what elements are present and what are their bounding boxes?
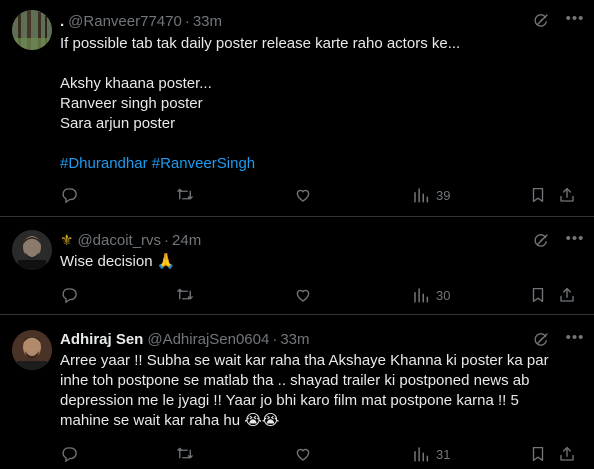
views-count: 39 [436, 187, 451, 203]
avatar[interactable] [12, 230, 52, 270]
tweet-text: If possible tab tak daily poster release… [60, 34, 580, 174]
tweet-header: ⚜ @dacoit_rvs · 24m [60, 230, 594, 250]
like-button[interactable] [294, 444, 312, 464]
avatar-portrait-image [12, 330, 52, 370]
tweet-header: . @Ranveer77470 · 33m [60, 11, 594, 31]
avatar[interactable] [12, 10, 52, 50]
text-line: Ranveer singh poster [60, 95, 203, 112]
hashtag-link[interactable]: #Dhurandhar [60, 155, 148, 172]
bookmark-button[interactable] [529, 185, 547, 205]
like-icon [294, 445, 312, 463]
share-button[interactable] [558, 185, 576, 205]
grok-icon[interactable] [532, 331, 550, 349]
text-line: Sara arjun poster [60, 115, 176, 132]
share-icon [558, 186, 576, 204]
repost-icon [176, 445, 194, 463]
action-bar: 39 [60, 185, 590, 205]
share-button[interactable] [558, 285, 576, 305]
bookmark-button[interactable] [529, 285, 547, 305]
tweet-1[interactable]: . @Ranveer77470 · 33m ••• If possible ta… [0, 0, 594, 217]
tweet-header: Adhiraj Sen @AdhirajSen0604 · 33m [60, 329, 594, 349]
like-button[interactable] [294, 185, 312, 205]
share-button[interactable] [558, 444, 576, 464]
share-icon [558, 445, 576, 463]
text-line: inhe toh postpone se matlab tha .. shaya… [60, 372, 530, 389]
bookmark-button[interactable] [529, 444, 547, 464]
share-icon [558, 286, 576, 304]
timestamp[interactable]: 33m [193, 13, 222, 30]
like-icon [294, 286, 312, 304]
views-icon [412, 445, 430, 463]
avatar-portrait-image [12, 230, 52, 270]
views-count: 30 [436, 287, 451, 303]
reply-button[interactable] [60, 285, 78, 305]
text-line [60, 54, 580, 74]
separator: · [164, 231, 170, 249]
reply-icon [60, 186, 78, 204]
timestamp[interactable]: 24m [172, 232, 201, 249]
grok-icon[interactable] [532, 12, 550, 30]
grok-icon[interactable] [532, 232, 550, 250]
tweet-2[interactable]: ⚜ @dacoit_rvs · 24m ••• Wise decision 🙏 … [0, 217, 594, 315]
separator: · [184, 12, 190, 30]
text-line: Wise decision 🙏 [60, 253, 176, 270]
action-bar: 30 [60, 285, 590, 305]
like-icon [294, 186, 312, 204]
views-icon [412, 186, 430, 204]
bookmark-icon [529, 186, 547, 204]
views-count: 31 [436, 446, 451, 462]
like-button[interactable] [294, 285, 312, 305]
views-button[interactable]: 30 [412, 285, 450, 305]
display-name[interactable]: . [60, 13, 64, 30]
more-icon[interactable]: ••• [564, 231, 586, 251]
avatar-forest-image [12, 10, 52, 50]
text-line: If possible tab tak daily poster release… [60, 35, 461, 52]
text-line [60, 134, 580, 154]
display-name[interactable]: Adhiraj Sen [60, 331, 143, 348]
bookmark-icon [529, 286, 547, 304]
reply-icon [60, 286, 78, 304]
reply-button[interactable] [60, 185, 78, 205]
text-line: depression me le jyagi !! Yaar jo bhi ka… [60, 392, 519, 409]
repost-button[interactable] [176, 285, 194, 305]
views-button[interactable]: 31 [412, 444, 450, 464]
tweet-3[interactable]: Adhiraj Sen @AdhirajSen0604 · 33m ••• Ar… [0, 315, 594, 469]
separator: · [272, 330, 278, 348]
views-icon [412, 286, 430, 304]
hashtag-line: #Dhurandhar #RanveerSingh [60, 154, 580, 174]
repost-icon [176, 286, 194, 304]
repost-button[interactable] [176, 185, 194, 205]
reply-button[interactable] [60, 444, 78, 464]
user-handle[interactable]: @dacoit_rvs [77, 232, 161, 249]
text-line: Akshy khaana poster... [60, 75, 212, 92]
more-icon[interactable]: ••• [564, 11, 586, 31]
repost-button[interactable] [176, 444, 194, 464]
user-handle[interactable]: @Ranveer77470 [68, 13, 182, 30]
bookmark-icon [529, 445, 547, 463]
tweet-text: Wise decision 🙏 [60, 252, 580, 272]
text-line: Arree yaar !! Subha se wait kar raha tha… [60, 352, 549, 369]
action-bar: 31 [60, 444, 590, 464]
views-button[interactable]: 39 [412, 185, 450, 205]
hashtag-link[interactable]: #RanveerSingh [152, 155, 255, 172]
repost-icon [176, 186, 194, 204]
text-line: mahine se wait kar raha hu 😭😭 [60, 412, 280, 429]
more-icon[interactable]: ••• [564, 330, 586, 350]
reply-icon [60, 445, 78, 463]
timestamp[interactable]: 33m [280, 331, 309, 348]
tweet-text: Arree yaar !! Subha se wait kar raha tha… [60, 351, 580, 431]
avatar[interactable] [12, 330, 52, 370]
display-name[interactable]: ⚜ [60, 231, 73, 249]
user-handle[interactable]: @AdhirajSen0604 [147, 331, 269, 348]
